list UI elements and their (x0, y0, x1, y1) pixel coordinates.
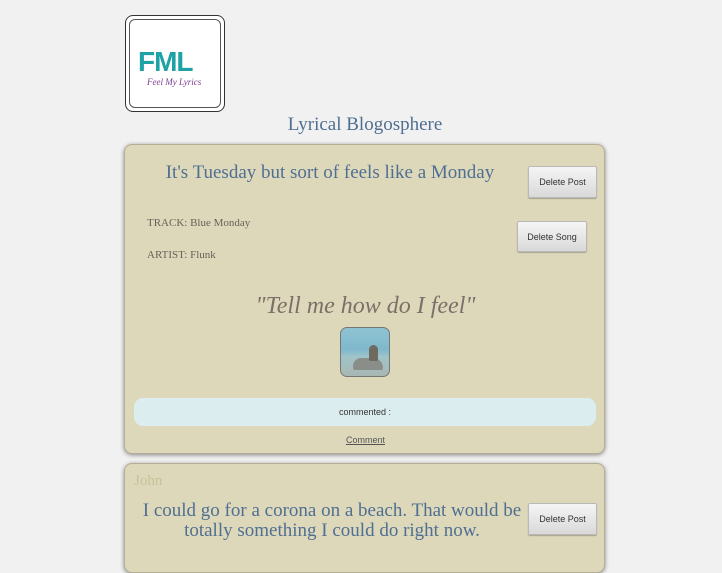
comments-text: commented : (338, 407, 392, 417)
album-art-image (340, 327, 390, 377)
artist-label: ARTIST: Flunk (147, 249, 216, 261)
logo-frame: FML Feel My Lyrics (129, 19, 221, 108)
delete-song-button[interactable]: Delete Song (517, 221, 587, 252)
logo-text: FML (138, 46, 194, 77)
comment-link[interactable]: Comment (125, 435, 606, 445)
delete-post-button[interactable]: Delete Post (528, 503, 597, 535)
album-art-rock (353, 358, 383, 370)
post-title: It's Tuesday but sort of feels like a Mo… (165, 162, 495, 183)
logo-tagline: Feel My Lyrics (147, 77, 202, 87)
lyric-quote: "Tell me how do I feel" (255, 293, 476, 319)
post-title: I could go for a corona on a beach. That… (142, 500, 522, 541)
delete-post-button[interactable]: Delete Post (528, 166, 597, 198)
album-art-figure (369, 345, 378, 361)
post-card: It's Tuesday but sort of feels like a Mo… (124, 144, 605, 454)
site-title: Lyrical Blogosphere (287, 114, 443, 135)
post-author: John (134, 473, 163, 489)
comments-box: commented : (134, 398, 596, 426)
track-label: TRACK: Blue Monday (147, 217, 251, 229)
site-logo[interactable]: FML Feel My Lyrics (125, 15, 225, 112)
post-card: John I could go for a corona on a beach.… (124, 463, 605, 573)
